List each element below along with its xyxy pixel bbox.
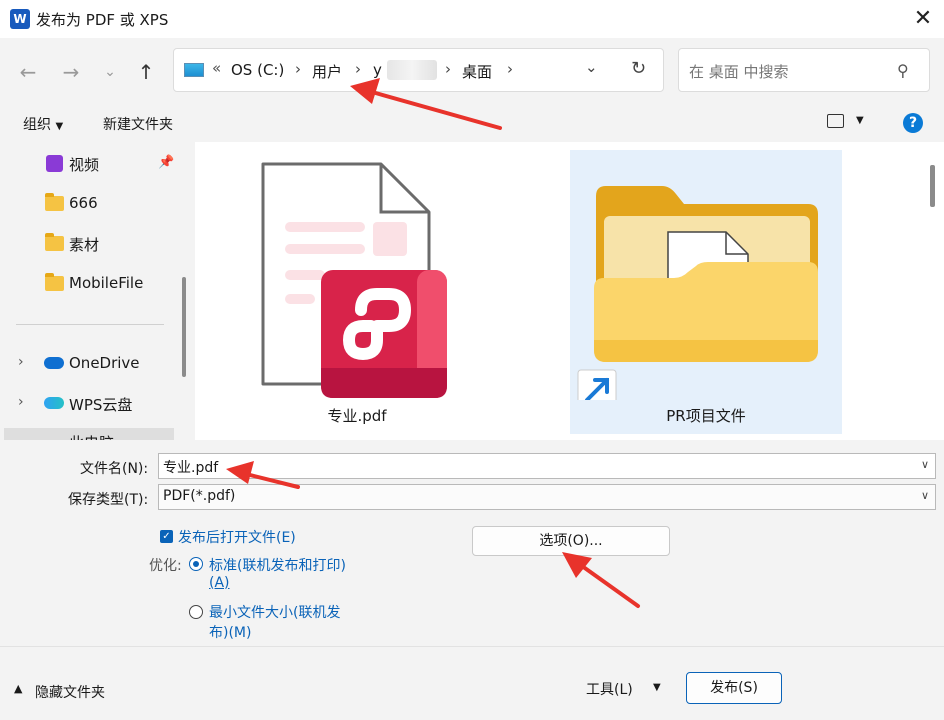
sidebar-item-wps-cloud[interactable]: › WPS云盘 [0,384,180,422]
drive-icon [184,63,204,77]
expand-chevron-icon[interactable]: › [18,354,24,370]
search-placeholder: 在 桌面 中搜索 [689,63,789,81]
recent-chevron-icon[interactable]: ⌄ [98,60,122,84]
folder-icon [45,233,64,251]
sidebar-divider [16,324,164,325]
organize-button[interactable]: 组织 ▼ [23,114,63,134]
open-after-label[interactable]: 发布后打开文件(E) [178,527,296,547]
open-after-checkbox[interactable]: ✓ [160,530,173,543]
publish-button[interactable]: 发布(S) [686,672,782,704]
breadcrumb-drive[interactable]: OS (C:) [231,61,284,79]
expand-chevron-icon[interactable]: › [18,394,24,410]
cloud-icon [44,357,64,369]
filename-input[interactable]: 专业.pdf ∨ [158,453,936,479]
folder-icon [45,273,64,291]
title-bar: W 发布为 PDF 或 XPS ✕ [0,0,944,38]
file-name: PR项目文件 [666,407,746,425]
breadcrumb-separator-icon[interactable]: › [507,60,513,78]
help-icon[interactable]: ? [903,113,923,133]
navigation-pane: 视频 📌 666 素材 MobileFile › OneDrive › WPS云… [0,142,195,440]
optimize-minimum-label[interactable]: 最小文件大小(联机发 [209,602,340,622]
refresh-icon[interactable]: ↻ [631,58,646,79]
file-list: 专业.pdf PR项目文件 [195,142,944,440]
cloud-icon [44,397,64,409]
sidebar-item-label: 666 [69,194,98,212]
video-icon [46,155,63,172]
optimize-standard-radio[interactable] [189,557,203,571]
search-icon[interactable]: ⚲ [897,61,909,80]
folder-shortcut-icon [577,186,818,409]
sidebar-item-label: 视频 [69,156,100,174]
new-folder-button[interactable]: 新建文件夹 [103,114,173,134]
sidebar-item-label: OneDrive [69,354,140,372]
sidebar-item-label: 素材 [69,236,100,254]
sidebar-item-materials[interactable]: 素材 [0,224,180,262]
filename-label: 文件名(N): [80,461,149,477]
optimize-standard-accesskey[interactable]: (A) [209,575,230,591]
publish-dialog: W 发布为 PDF 或 XPS ✕ ← → ⌄ ↑ « OS (C:) › 用户… [0,0,944,720]
view-caret-icon[interactable]: ▼ [856,115,864,126]
address-bar[interactable]: « OS (C:) › 用户 › y › 桌面 › ⌄ ↻ [173,48,664,92]
redacted-username [387,60,437,80]
address-dropdown-icon[interactable]: ⌄ [585,58,598,76]
sidebar-item-onedrive[interactable]: › OneDrive [0,344,180,382]
filename-value: 专业.pdf [163,460,219,476]
file-tile-pdf[interactable]: 专业.pdf [221,150,493,434]
sidebar-item-666[interactable]: 666 [0,184,180,222]
file-name: 专业.pdf [327,407,387,425]
breadcrumb-separator-icon[interactable]: › [355,60,361,78]
file-list-scrollbar[interactable] [930,165,935,207]
command-toolbar: 组织 ▼ 新建文件夹 ▼ ? [0,104,944,142]
filetype-value: PDF(*.pdf) [163,488,236,504]
file-tile-folder[interactable]: PR项目文件 [570,150,842,434]
tools-caret-icon[interactable]: ▼ [653,682,661,693]
breadcrumb-desktop[interactable]: 桌面 [462,61,492,82]
optimize-standard-label[interactable]: 标准(联机发布和打印) [209,555,346,575]
sidebar-item-this-pc[interactable]: 此电脑 [4,428,174,440]
forward-arrow-icon[interactable]: → [59,60,83,84]
save-options-pane: 文件名(N): 专业.pdf ∨ 保存类型(T): PDF(*.pdf) ∨ ✓… [0,440,944,720]
pin-icon[interactable]: 📌 [158,155,174,170]
up-arrow-icon[interactable]: ↑ [134,60,158,84]
window-title: 发布为 PDF 或 XPS [36,11,169,29]
optimize-minimum-label-2[interactable]: 布)(M) [209,622,251,642]
chevron-down-icon[interactable]: ∨ [921,489,929,502]
chevron-up-icon[interactable]: ▲ [14,682,22,695]
sidebar-item-label: MobileFile [69,274,144,292]
sidebar-scrollbar[interactable] [182,277,186,377]
back-arrow-icon[interactable]: ← [16,60,40,84]
breadcrumb-separator-icon[interactable]: › [445,60,451,78]
navigation-bar: ← → ⌄ ↑ « OS (C:) › 用户 › y › 桌面 › ⌄ ↻ 在 … [0,38,944,104]
folder-icon [45,193,64,211]
hide-folders-button[interactable]: 隐藏文件夹 [35,682,105,702]
word-app-icon: W [10,9,30,29]
sidebar-item-label: 此电脑 [69,432,114,440]
footer-divider [0,646,944,647]
path-overflow[interactable]: « [212,59,221,77]
filetype-label: 保存类型(T): [68,492,149,508]
optimize-minimum-radio[interactable] [189,605,203,619]
sidebar-item-mobilefile[interactable]: MobileFile [0,264,180,302]
search-box[interactable]: 在 桌面 中搜索 ⚲ [678,48,930,92]
close-icon[interactable]: ✕ [908,4,938,34]
options-button[interactable]: 选项(O)... [472,526,670,556]
caret-down-icon: ▼ [55,121,64,132]
view-mode-icon[interactable] [827,114,844,128]
filetype-select[interactable]: PDF(*.pdf) ∨ [158,484,936,510]
breadcrumb-user[interactable]: y [373,61,382,79]
sidebar-item-label: WPS云盘 [69,396,133,414]
organize-label: 组织 [23,117,51,133]
chevron-down-icon[interactable]: ∨ [921,458,929,471]
breadcrumb-users[interactable]: 用户 [312,61,342,82]
sidebar-item-videos[interactable]: 视频 📌 [0,144,180,182]
optimize-label: 优化: [149,558,182,574]
tools-button[interactable]: 工具(L) [586,679,633,699]
breadcrumb-separator-icon[interactable]: › [295,60,301,78]
pdf-icon [261,162,447,398]
